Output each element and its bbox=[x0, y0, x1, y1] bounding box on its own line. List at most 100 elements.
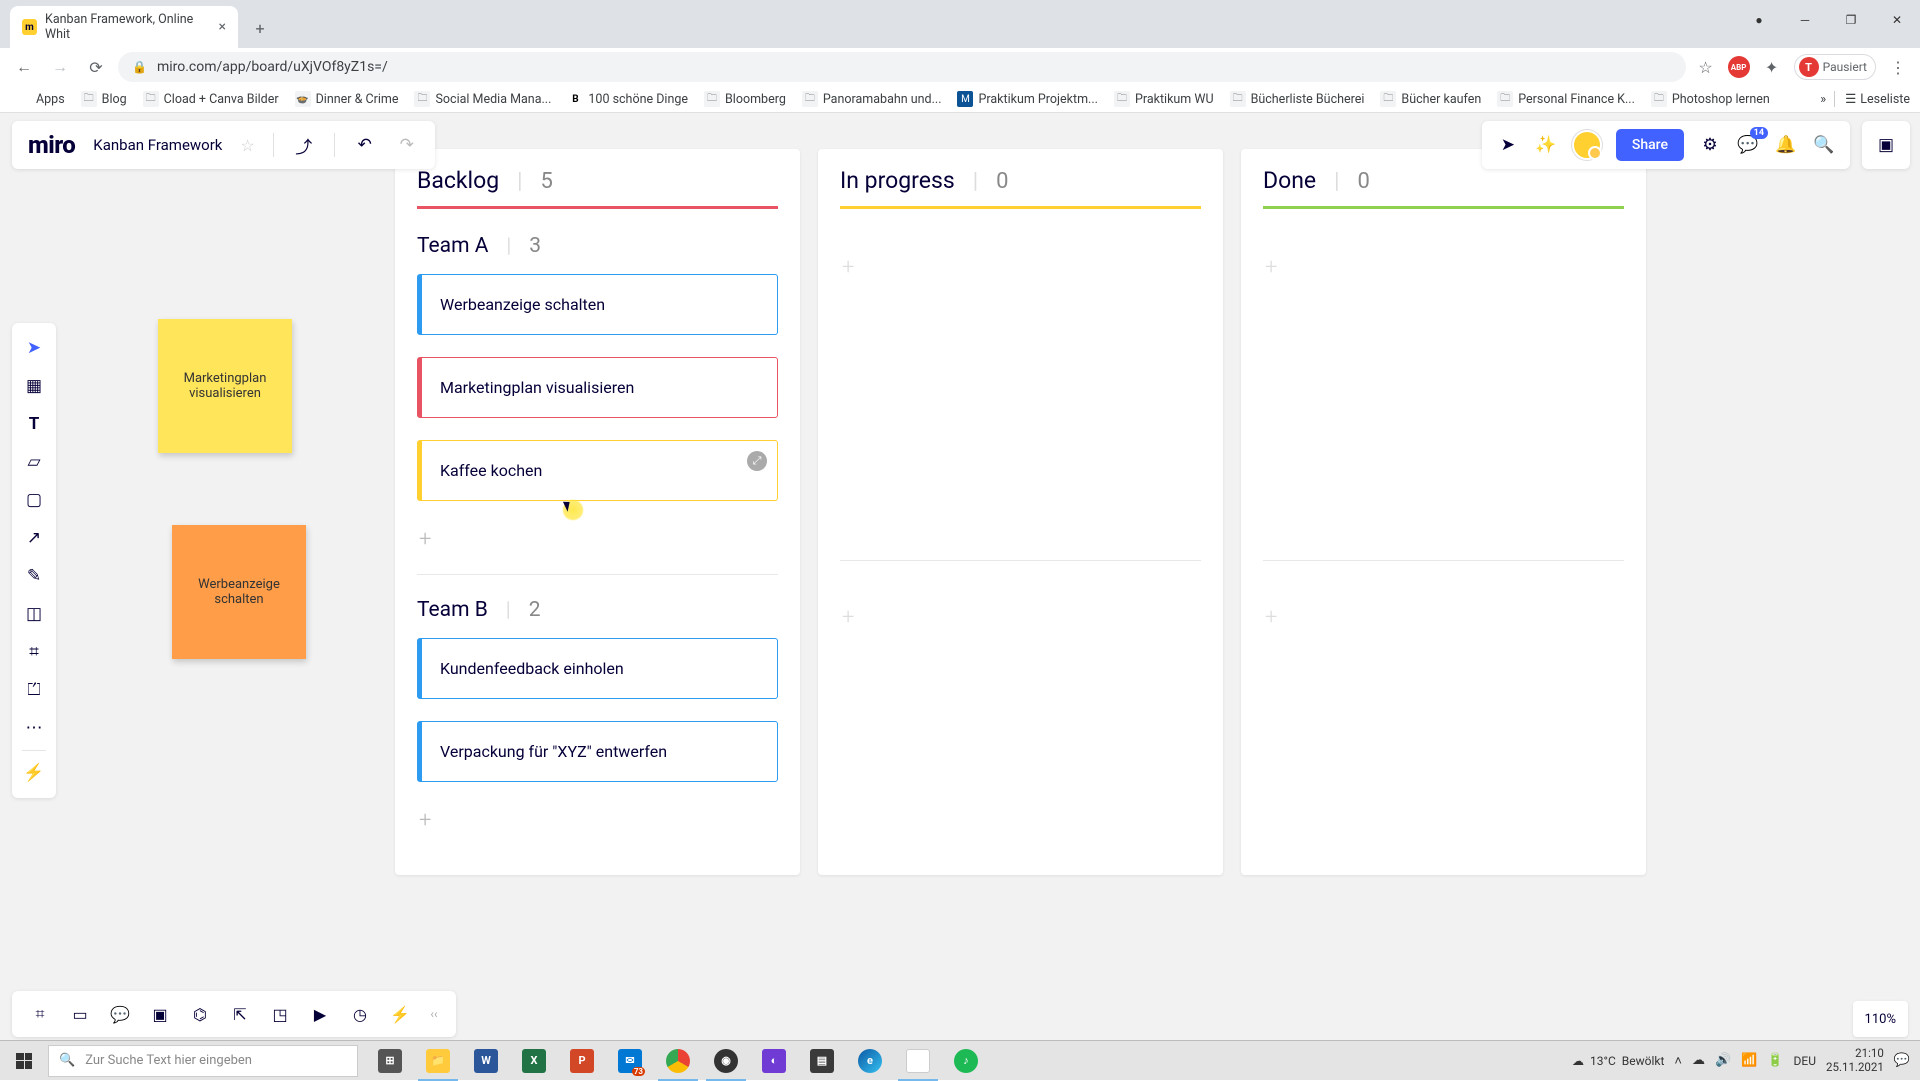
add-card-button[interactable]: + bbox=[417, 523, 778, 556]
line-tool[interactable]: ↗ bbox=[16, 519, 52, 557]
kanban-card[interactable]: Verpackung für "XYZ" entwerfen bbox=[417, 721, 778, 782]
reload-button[interactable]: ⟳ bbox=[82, 53, 110, 81]
miro-canvas[interactable]: miro Kanban Framework ☆ ⤴ ↶ ↷ ➤ ✨ Share … bbox=[0, 113, 1920, 1047]
settings-icon[interactable]: ⚙ bbox=[1698, 133, 1722, 157]
bookmark-item[interactable]: 🗀Panoramabahn und... bbox=[797, 89, 947, 109]
back-button[interactable]: ← bbox=[10, 53, 38, 81]
kanban-card[interactable]: Kundenfeedback einholen bbox=[417, 638, 778, 699]
text-tool[interactable]: T bbox=[16, 405, 52, 443]
obs-icon[interactable]: ◉ bbox=[702, 1041, 750, 1081]
board-name[interactable]: Kanban Framework bbox=[93, 136, 222, 154]
browser-menu-icon[interactable]: ⋮ bbox=[1886, 55, 1910, 79]
bookmark-item[interactable]: 🗀Bücherliste Bücherei bbox=[1225, 89, 1370, 109]
weather-widget[interactable]: ☁ 13°C Bewölkt bbox=[1572, 1054, 1664, 1068]
comments-list-icon[interactable]: 💬 bbox=[102, 996, 138, 1032]
start-button[interactable] bbox=[0, 1041, 48, 1081]
more-tools[interactable]: ⋯ bbox=[16, 709, 52, 747]
abp-extension-icon[interactable]: ABP bbox=[1728, 56, 1750, 78]
maximize-button[interactable]: ❐ bbox=[1828, 0, 1874, 40]
select-tool[interactable]: ➤ bbox=[16, 329, 52, 367]
shape-tool[interactable]: ▢ bbox=[16, 481, 52, 519]
onedrive-icon[interactable]: ☁ bbox=[1692, 1053, 1705, 1068]
miro-logo[interactable]: miro bbox=[28, 131, 75, 159]
spotify-icon[interactable]: ♪ bbox=[942, 1041, 990, 1081]
kanban-card[interactable]: Marketingplan visualisieren bbox=[417, 357, 778, 418]
add-card-button[interactable]: + bbox=[417, 804, 778, 837]
kanban-column-backlog[interactable]: Backlog | 5 Team A | 3 Werbeanzeige scha… bbox=[395, 149, 800, 875]
zoom-indicator[interactable]: 110% bbox=[1853, 1001, 1908, 1037]
bookmark-item[interactable]: 🗀Bloomberg bbox=[699, 89, 791, 109]
browser-tab[interactable]: m Kanban Framework, Online Whit × bbox=[10, 6, 238, 48]
task-view-icon[interactable]: ⊞ bbox=[366, 1041, 414, 1081]
file-explorer-icon[interactable]: 📁 bbox=[414, 1041, 462, 1081]
reading-list-button[interactable]: ☰ Leseliste bbox=[1834, 91, 1910, 107]
powerpoint-icon[interactable]: P bbox=[558, 1041, 606, 1081]
add-card-button[interactable]: + bbox=[1263, 233, 1624, 302]
notepad-icon[interactable] bbox=[894, 1041, 942, 1081]
templates-tool[interactable]: ▦ bbox=[16, 367, 52, 405]
sticky-note-tool[interactable]: ▱ bbox=[16, 443, 52, 481]
new-tab-button[interactable]: + bbox=[246, 14, 274, 42]
video-icon[interactable]: ▶ bbox=[302, 996, 338, 1032]
close-window-button[interactable]: ✕ bbox=[1874, 0, 1920, 40]
account-dot-icon[interactable]: ● bbox=[1736, 0, 1782, 40]
expand-card-icon[interactable]: ⤢ bbox=[747, 451, 767, 471]
bookmarks-overflow-icon[interactable]: » bbox=[1820, 92, 1826, 107]
bookmark-item[interactable]: 🗀Cload + Canva Bilder bbox=[138, 89, 284, 109]
bookmark-item[interactable]: B100 schöne Dinge bbox=[562, 89, 693, 109]
upload-tool[interactable]: ⏍ bbox=[16, 671, 52, 709]
language-indicator[interactable]: DEU bbox=[1794, 1054, 1816, 1068]
pen-tool[interactable]: ✎ bbox=[16, 557, 52, 595]
present-icon[interactable]: ▭ bbox=[62, 996, 98, 1032]
battery-icon[interactable]: 🔋 bbox=[1767, 1053, 1783, 1068]
app-icon[interactable]: ◐ bbox=[750, 1041, 798, 1081]
word-icon[interactable]: W bbox=[462, 1041, 510, 1081]
bookmark-item[interactable]: 🗀Praktikum WU bbox=[1109, 89, 1219, 109]
bookmark-item[interactable]: 🗀Bücher kaufen bbox=[1375, 89, 1486, 109]
frames-icon[interactable]: ⌗ bbox=[22, 996, 58, 1032]
activity-panel-button[interactable]: ▣ bbox=[1862, 121, 1910, 169]
kanban-card[interactable]: Werbeanzeige schalten bbox=[417, 274, 778, 335]
chrome-icon[interactable] bbox=[654, 1041, 702, 1081]
url-field[interactable]: 🔒 miro.com/app/board/uXjVOf8yZ1s=/ bbox=[118, 52, 1686, 82]
add-card-button[interactable]: + bbox=[840, 583, 1201, 652]
comment-tool[interactable]: ◫ bbox=[16, 595, 52, 633]
ai-tool[interactable]: ⚡ bbox=[16, 754, 52, 792]
bookmark-item[interactable]: 🗀Social Media Mana... bbox=[409, 89, 556, 109]
bookmark-item[interactable]: 🗀Blog bbox=[76, 89, 132, 109]
collapse-toolbar-icon[interactable]: ‹‹ bbox=[422, 1007, 446, 1021]
bookmark-item[interactable]: MPraktikum Projektm... bbox=[952, 89, 1102, 109]
app-icon[interactable]: ▤ bbox=[798, 1041, 846, 1081]
star-icon[interactable]: ☆ bbox=[240, 136, 254, 155]
add-card-button[interactable]: + bbox=[840, 233, 1201, 302]
close-tab-icon[interactable]: × bbox=[219, 19, 226, 35]
mindmap-icon[interactable]: ⌬ bbox=[182, 996, 218, 1032]
mail-icon[interactable]: ✉73 bbox=[606, 1041, 654, 1081]
cards-icon[interactable]: ▣ bbox=[142, 996, 178, 1032]
edge-icon[interactable]: e bbox=[846, 1041, 894, 1081]
bookmark-item[interactable]: 🗀Personal Finance K... bbox=[1492, 89, 1640, 109]
add-card-button[interactable]: + bbox=[1263, 583, 1624, 652]
excel-icon[interactable]: X bbox=[510, 1041, 558, 1081]
notifications-tray-icon[interactable]: 💬 bbox=[1894, 1053, 1910, 1068]
timer-icon[interactable]: ◷ bbox=[342, 996, 378, 1032]
bookmark-item[interactable]: 🗀Photoshop lernen bbox=[1646, 89, 1775, 109]
kanban-card[interactable]: Kaffee kochen ⤢ bbox=[417, 440, 778, 501]
kanban-column-done[interactable]: Done | 0 + + bbox=[1241, 149, 1646, 875]
bookmark-item[interactable]: 🍲Dinner & Crime bbox=[290, 89, 404, 109]
profile-pause-badge[interactable]: T Pausiert bbox=[1794, 54, 1876, 80]
comments-icon[interactable]: 💬14 bbox=[1736, 133, 1760, 157]
tray-chevron-icon[interactable]: ˄ bbox=[1674, 1053, 1682, 1069]
estimation-icon[interactable]: ◳ bbox=[262, 996, 298, 1032]
cursor-mode-icon[interactable]: ➤ bbox=[1496, 133, 1520, 157]
search-icon[interactable]: 🔍 bbox=[1812, 133, 1836, 157]
taskbar-search[interactable]: 🔍 Zur Suche Text hier eingeben bbox=[48, 1045, 358, 1077]
sticky-note-orange[interactable]: Werbeanzeige schalten bbox=[172, 525, 306, 659]
export-icon[interactable]: ⤴ bbox=[292, 133, 316, 157]
minimize-button[interactable]: ─ bbox=[1782, 0, 1828, 40]
voting-icon[interactable]: ⚡ bbox=[382, 996, 418, 1032]
taskbar-clock[interactable]: 21:10 25.11.2021 bbox=[1826, 1047, 1884, 1075]
reactions-icon[interactable]: ✨ bbox=[1534, 133, 1558, 157]
wifi-icon[interactable]: 📶 bbox=[1741, 1053, 1757, 1068]
kanban-column-in-progress[interactable]: In progress | 0 + + bbox=[818, 149, 1223, 875]
